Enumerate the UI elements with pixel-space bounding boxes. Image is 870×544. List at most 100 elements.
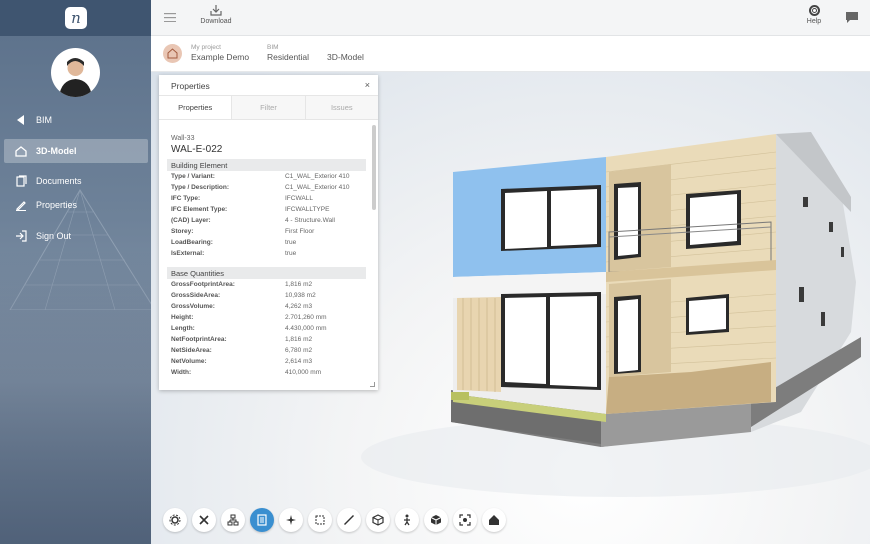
focus-button[interactable] <box>279 508 303 532</box>
section-header[interactable]: Base Quantities <box>167 267 366 279</box>
property-row: Type / Variant: C1_WAL_Exterior 410 <box>167 171 366 182</box>
breadcrumb-value: 3D-Model <box>327 52 364 62</box>
download-label: Download <box>200 18 232 25</box>
breadcrumb-bim[interactable]: BIM Residential <box>267 44 309 62</box>
property-key: Type / Description: <box>171 184 230 191</box>
property-row: GrossVolume: 4,262 m3 <box>167 301 366 312</box>
sidebar-item-sign-out[interactable]: Sign Out <box>4 224 148 248</box>
property-row: NetSideArea: 6,780 m2 <box>167 345 366 356</box>
help-button[interactable]: Help <box>802 5 826 25</box>
breadcrumb-value: Example Demo <box>191 52 250 62</box>
section-box-button[interactable] <box>308 508 332 532</box>
property-row: Height: 2.701,260 mm <box>167 312 366 323</box>
properties-panel: Properties × Properties Filter Issues Wa… <box>159 75 378 390</box>
panel-tabs: Properties Filter Issues <box>159 96 378 120</box>
explode-icon <box>372 514 384 526</box>
properties-panel-button[interactable] <box>250 508 274 532</box>
breadcrumb-value: Residential <box>267 52 310 62</box>
property-key: IFC Type: <box>171 195 201 202</box>
section-header[interactable]: Building Element <box>167 159 366 171</box>
tab-issues[interactable]: Issues <box>304 96 378 119</box>
property-key: GrossFootprintArea: <box>171 281 235 288</box>
explode-button[interactable] <box>366 508 390 532</box>
measure-icon <box>344 515 354 525</box>
tools-button[interactable] <box>192 508 216 532</box>
structure-icon <box>227 514 239 526</box>
help-icon <box>808 5 820 16</box>
download-icon <box>210 5 222 16</box>
download-button[interactable]: Download <box>198 5 234 25</box>
close-icon[interactable]: × <box>365 80 370 90</box>
breadcrumb-3d-model[interactable]: 3D-Model <box>327 44 364 62</box>
property-value: 4 - Structure.Wall <box>285 217 335 224</box>
property-value: C1_WAL_Exterior 410 <box>285 173 350 180</box>
breadcrumb-caption <box>327 44 329 51</box>
property-row: Type / Description: C1_WAL_Exterior 410 <box>167 182 366 193</box>
user-avatar-icon <box>59 58 92 97</box>
panel-title: Properties <box>171 81 210 91</box>
chat-icon[interactable] <box>845 11 859 24</box>
walk-button[interactable] <box>395 508 419 532</box>
property-row: GrossSideArea: 10,938 m2 <box>167 290 366 301</box>
sidebar-item-label: BIM <box>36 115 53 125</box>
app-logo[interactable]: n <box>65 7 87 29</box>
hamburger-menu-icon[interactable] <box>164 13 176 22</box>
property-key: (CAD) Layer: <box>171 217 211 224</box>
property-row: NetVolume: 2,614 m3 <box>167 356 366 367</box>
breadcrumb-project[interactable]: My project Example Demo <box>191 44 249 62</box>
property-row: NetFootprintArea: 1,816 m2 <box>167 334 366 345</box>
project-icon <box>163 44 182 63</box>
property-key: LoadBearing: <box>171 239 213 246</box>
sidebar-item-bim[interactable]: BIM <box>4 108 148 132</box>
scrollbar[interactable] <box>372 125 376 210</box>
property-key: Height: <box>171 314 194 321</box>
tab-properties[interactable]: Properties <box>159 96 232 119</box>
sidebar-item-label: Sign Out <box>36 231 72 241</box>
property-value: 2.701,260 mm <box>285 314 327 321</box>
element-name: WAL-E-022 <box>171 144 223 155</box>
property-row: GrossFootprintArea: 1,816 m2 <box>167 279 366 290</box>
property-value: First Floor <box>285 228 315 235</box>
sidebar-item-documents[interactable]: Documents <box>4 169 148 193</box>
property-key: NetVolume: <box>171 358 207 365</box>
element-type: Wall-33 <box>171 135 195 142</box>
avatar[interactable] <box>51 48 100 97</box>
property-row: LoadBearing: true <box>167 237 366 248</box>
breadcrumb-caption: My project <box>191 44 221 51</box>
viewer-toolbar <box>163 508 506 532</box>
measure-button[interactable] <box>337 508 361 532</box>
focus-icon <box>286 515 296 525</box>
sidebar-item-properties[interactable]: Properties <box>4 193 148 217</box>
property-value: 4.430,000 mm <box>285 325 327 332</box>
fit-view-button[interactable] <box>453 508 477 532</box>
sign-out-icon <box>14 229 28 243</box>
tools-icon <box>199 515 209 525</box>
property-row: IFC Element Type: IFCWALLTYPE <box>167 204 366 215</box>
breadcrumb-caption: BIM <box>267 44 279 51</box>
settings-button[interactable] <box>163 508 187 532</box>
property-key: Type / Variant: <box>171 173 215 180</box>
property-value: true <box>285 250 297 257</box>
property-key: Storey: <box>171 228 194 235</box>
property-row: Length: 4.430,000 mm <box>167 323 366 334</box>
structure-button[interactable] <box>221 508 245 532</box>
property-row: IsExternal: true <box>167 248 366 259</box>
property-row: Width: 410,000 mm <box>167 367 366 378</box>
cube-icon <box>430 515 442 525</box>
cube-button[interactable] <box>424 508 448 532</box>
home-icon <box>489 515 499 525</box>
resize-handle[interactable] <box>370 382 375 387</box>
property-key: GrossVolume: <box>171 303 215 310</box>
property-key: NetSideArea: <box>171 347 212 354</box>
fit-view-icon <box>459 514 471 526</box>
pencil-icon <box>14 198 28 212</box>
home-button[interactable] <box>482 508 506 532</box>
property-value: 4,262 m3 <box>285 303 313 310</box>
panel-header: Properties × <box>159 75 378 96</box>
walk-icon <box>404 514 410 526</box>
tab-filter[interactable]: Filter <box>231 96 305 119</box>
sidebar-item-label: Properties <box>36 200 78 210</box>
sidebar-item-3d-model[interactable]: 3D-Model <box>4 139 148 163</box>
property-row: Storey: First Floor <box>167 226 366 237</box>
properties-panel-icon <box>257 514 267 526</box>
